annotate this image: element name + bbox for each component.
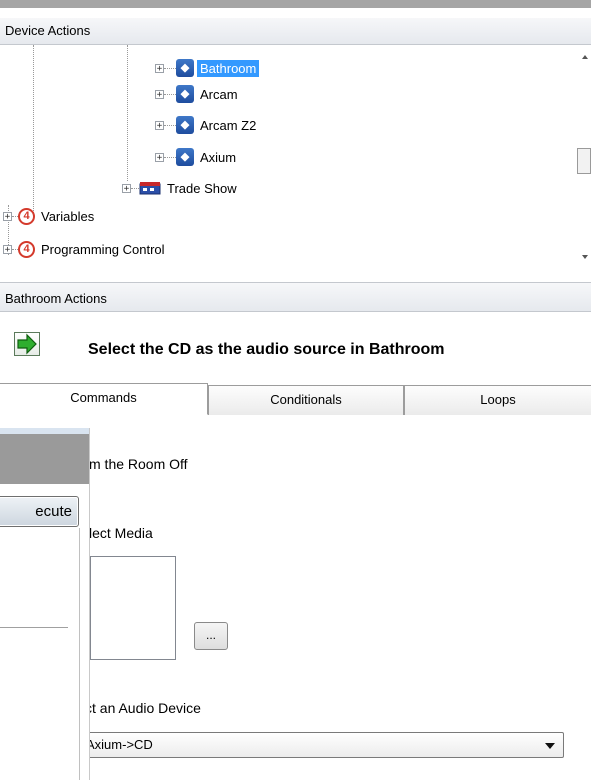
tab-label: Loops [480,392,516,407]
expand-icon[interactable]: + [155,63,164,73]
tree-connector [164,67,176,69]
tree-node-programming-control[interactable]: + 4 Programming Control [3,239,168,259]
execute-button[interactable]: ecute [0,496,79,527]
tree-connector [164,156,176,158]
tab-commands[interactable]: Commands [0,383,208,415]
tab-label: Commands [70,390,137,405]
expand-icon[interactable]: + [155,89,164,99]
tree-node-label[interactable]: Arcam Z2 [197,117,259,134]
tree-node-bathroom[interactable]: + ◆ Bathroom [155,58,260,78]
command-select-media[interactable]: lect Media [89,525,153,541]
tree-node-label[interactable]: Axium [197,149,239,166]
tree-node-arcam-z2[interactable]: + ◆ Arcam Z2 [155,115,259,135]
tree-connector [164,124,176,126]
expand-icon[interactable]: + [3,211,12,221]
tree-connector [131,187,139,189]
tree-node-variables[interactable]: + 4 Variables [3,206,97,226]
tree-node-trade-show[interactable]: + Trade Show [122,178,240,198]
control4-logo-icon: 4 [18,207,35,225]
tree-node-label[interactable]: Trade Show [164,180,240,197]
tree-node-label[interactable]: Bathroom [197,59,260,77]
tree-node-label[interactable]: Arcam [197,86,241,103]
tab-conditionals[interactable]: Conditionals [208,385,404,415]
device-actions-title: Device Actions [5,23,91,38]
command-room-off[interactable]: m the Room Off [89,456,188,472]
execute-action-button[interactable] [14,332,40,356]
divider [79,528,80,780]
tab-label: Conditionals [270,392,342,407]
audio-device-value: Axium->CD [86,737,153,752]
command-select-audio-device[interactable]: ct an Audio Device [85,700,201,716]
tree-guide-line [127,45,128,181]
overlapping-window-header [0,428,89,484]
tree-node-arcam[interactable]: + ◆ Arcam [155,84,241,104]
tree-node-label[interactable]: Programming Control [38,241,168,258]
room-icon: ◆ [176,116,194,134]
divider [0,627,68,628]
device-actions-header: Device Actions [0,18,591,45]
browse-button[interactable]: ... [194,622,228,650]
tab-strip: Commands Conditionals Loops [0,381,591,415]
window-top-border [0,0,591,8]
expand-icon[interactable]: + [122,183,131,193]
bathroom-actions-header: Bathroom Actions [0,282,591,312]
tree-node-label[interactable]: Variables [38,208,97,225]
scroll-down-icon[interactable] [582,255,588,259]
room-icon: ◆ [176,85,194,103]
tree-scrollbar[interactable] [575,45,591,270]
scroll-thumb[interactable] [577,148,591,174]
overlapping-window-border [0,428,89,434]
building-icon [139,181,161,195]
tree-guide-line [33,45,34,215]
tree-connector [164,93,176,95]
action-description: Select the CD as the audio source in Bat… [88,341,445,358]
tab-loops[interactable]: Loops [404,385,591,415]
room-icon: ◆ [176,148,194,166]
device-tree[interactable]: + ◆ Bathroom + ◆ Arcam + ◆ Arcam Z2 + ◆ … [0,45,591,270]
scroll-up-icon[interactable] [582,55,588,59]
expand-icon[interactable]: + [155,120,164,130]
green-arrow-icon [17,333,37,355]
room-icon: ◆ [176,59,194,77]
chevron-down-icon[interactable] [545,743,555,749]
bathroom-actions-title: Bathroom Actions [5,291,107,306]
expand-icon[interactable]: + [155,152,164,162]
tree-node-axium[interactable]: + ◆ Axium [155,147,239,167]
expand-icon[interactable]: + [3,244,12,254]
audio-device-select[interactable]: Axium->CD [79,732,564,758]
control4-logo-icon: 4 [18,240,35,258]
media-list[interactable] [90,556,176,660]
